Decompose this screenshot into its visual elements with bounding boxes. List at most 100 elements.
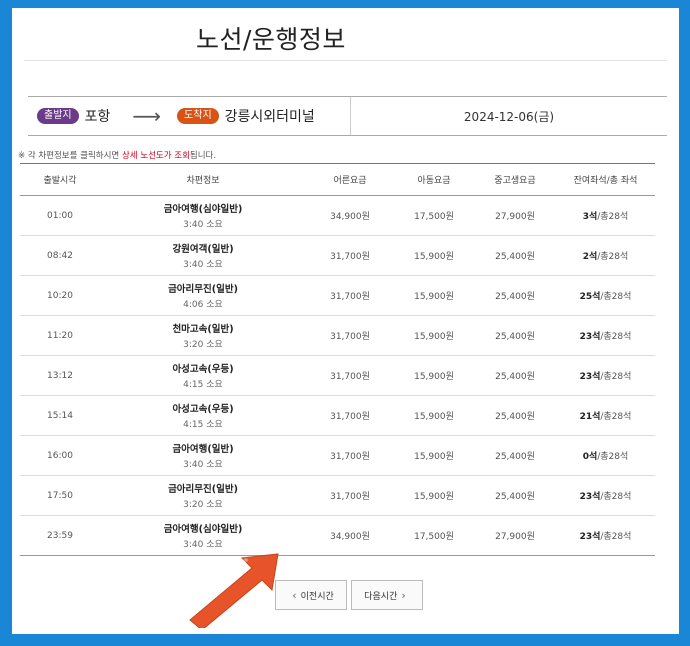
table-row[interactable]: 13:12 아성고속(우등) 4:15 소요 31,700원 15,900원 25,400… [20, 355, 655, 396]
cell-departure-time: 16:00 [20, 435, 100, 476]
cell-bus-info[interactable]: 금아리무진(일반) 3:20 소요 [100, 475, 306, 516]
cell-adult-fare: 31,700원 [306, 355, 394, 396]
bus-company-name[interactable]: 강원여객(일반) [100, 241, 306, 255]
header-bus-info: 차편정보 [100, 163, 306, 196]
remaining-seats: 21석 [579, 412, 601, 422]
departure-city: 포항 [84, 109, 111, 125]
cell-child-fare: 17,500원 [394, 195, 474, 236]
cell-seats: 23석/총28석 [556, 315, 655, 356]
total-seats: /총28석 [597, 212, 629, 222]
table-row[interactable]: 15:14 아성고속(우등) 4:15 소요 31,700원 15,900원 25,400… [20, 395, 655, 436]
cell-student-fare: 25,400원 [474, 275, 556, 316]
cell-seats: 23석/총28석 [556, 515, 655, 556]
total-seats: /총28석 [600, 372, 632, 382]
cell-bus-info[interactable]: 아성고속(우등) 4:15 소요 [100, 395, 306, 436]
cell-departure-time: 17:50 [20, 475, 100, 516]
cell-departure-time: 01:00 [20, 195, 100, 236]
table-row[interactable]: 11:20 천마고속(일반) 3:20 소요 31,700원 15,900원 25,400… [20, 315, 655, 356]
cell-child-fare: 17,500원 [394, 515, 474, 556]
total-seats: /총28석 [597, 452, 629, 462]
cell-seats: 21석/총28석 [556, 395, 655, 436]
title-divider [24, 60, 667, 61]
trip-duration: 4:15 소요 [183, 420, 223, 430]
travel-date: 2024-12-06(금) [463, 109, 555, 124]
cell-bus-info[interactable]: 금아리무진(일반) 4:06 소요 [100, 275, 306, 316]
header-departure-time: 출발시각 [20, 163, 100, 196]
trip-duration: 3:40 소요 [183, 260, 223, 270]
route-endpoints: 출발지 포항 ⟶ 도착지 강릉시외터미널 [28, 97, 351, 135]
cell-child-fare: 15,900원 [394, 315, 474, 356]
cell-student-fare: 25,400원 [474, 315, 556, 356]
cell-child-fare: 15,900원 [394, 235, 474, 276]
total-seats: /총28석 [597, 252, 629, 262]
bus-company-name[interactable]: 아성고속(우등) [100, 401, 306, 415]
total-seats: /총28석 [600, 332, 632, 342]
trip-duration: 3:40 소요 [183, 220, 223, 230]
cell-student-fare: 27,900원 [474, 195, 556, 236]
total-seats: /총28석 [600, 412, 632, 422]
arrival-city: 강릉시외터미널 [224, 109, 315, 125]
next-time-button[interactable]: 다음시간 › [351, 580, 423, 610]
header-seats: 잔여좌석/총 좌석 [556, 163, 655, 196]
bus-company-name[interactable]: 천마고속(일반) [100, 321, 306, 335]
cell-bus-info[interactable]: 아성고속(우등) 4:15 소요 [100, 355, 306, 396]
chevron-right-icon: › [401, 588, 406, 602]
remaining-seats: 3석 [582, 212, 598, 222]
schedule-table: 출발시각 차편정보 어른요금 아동요금 중고생요금 잔여좌석/총 좌석 01:0… [20, 163, 655, 556]
table-row[interactable]: 17:50 금아리무진(일반) 3:20 소요 31,700원 15,900원 25,40… [20, 475, 655, 516]
bus-company-name[interactable]: 아성고속(우등) [100, 361, 306, 375]
bus-company-name[interactable]: 금아여행(일반) [100, 441, 306, 455]
table-row[interactable]: 10:20 금아리무진(일반) 4:06 소요 31,700원 15,900원 25,40… [20, 275, 655, 316]
remaining-seats: 0석 [582, 452, 598, 462]
cell-bus-info[interactable]: 천마고속(일반) 3:20 소요 [100, 315, 306, 356]
cell-child-fare: 15,900원 [394, 355, 474, 396]
trip-duration: 4:06 소요 [183, 300, 223, 310]
cell-child-fare: 15,900원 [394, 395, 474, 436]
cell-seats: 23석/총28석 [556, 475, 655, 516]
cell-adult-fare: 31,700원 [306, 235, 394, 276]
total-seats: /총28석 [600, 292, 632, 302]
table-row[interactable]: 16:00 금아여행(일반) 3:40 소요 31,700원 15,900원 25,400… [20, 435, 655, 476]
remaining-seats: 23석 [579, 492, 601, 502]
cell-adult-fare: 31,700원 [306, 275, 394, 316]
remaining-seats: 23석 [579, 372, 601, 382]
header-student-fare: 중고생요금 [474, 163, 556, 196]
cell-adult-fare: 31,700원 [306, 315, 394, 356]
cell-seats: 25석/총28석 [556, 275, 655, 316]
cell-student-fare: 25,400원 [474, 395, 556, 436]
cell-adult-fare: 31,700원 [306, 475, 394, 516]
cell-bus-info[interactable]: 금아여행(심야일반) 3:40 소요 [100, 195, 306, 236]
remaining-seats: 25석 [579, 292, 601, 302]
cell-seats: 23석/총28석 [556, 355, 655, 396]
cell-bus-info[interactable]: 강원여객(일반) 3:40 소요 [100, 235, 306, 276]
cell-departure-time: 15:14 [20, 395, 100, 436]
bus-company-name[interactable]: 금아여행(심야일반) [100, 201, 306, 215]
trip-duration: 3:20 소요 [183, 340, 223, 350]
cell-seats: 3석/총28석 [556, 195, 655, 236]
arrival-badge: 도착지 [177, 108, 219, 124]
notice-highlight-route: 상세 노선도가 [121, 151, 172, 161]
cell-departure-time: 08:42 [20, 235, 100, 276]
remaining-seats: 23석 [579, 532, 601, 542]
cell-student-fare: 25,400원 [474, 435, 556, 476]
cell-bus-info[interactable]: 금아여행(일반) 3:40 소요 [100, 435, 306, 476]
cell-seats: 2석/총28석 [556, 235, 655, 276]
header-child-fare: 아동요금 [394, 163, 474, 196]
cell-student-fare: 25,400원 [474, 475, 556, 516]
table-row[interactable]: 23:59 금아여행(심야일반) 3:40 소요 34,900원 17,500원 27,9… [20, 515, 655, 556]
bus-company-name[interactable]: 금아리무진(일반) [100, 481, 306, 495]
table-row[interactable]: 08:42 강원여객(일반) 3:40 소요 31,700원 15,900원 25,400… [20, 235, 655, 276]
click-notice: ※ 각 차편정보를 클릭하시면 상세 노선도가 조회됩니다. [18, 151, 217, 161]
table-row[interactable]: 01:00 금아여행(심야일반) 3:40 소요 34,900원 17,500원 27,9… [20, 195, 655, 236]
cell-adult-fare: 31,700원 [306, 395, 394, 436]
cell-adult-fare: 34,900원 [306, 195, 394, 236]
cell-student-fare: 25,400원 [474, 235, 556, 276]
cell-adult-fare: 31,700원 [306, 435, 394, 476]
notice-highlight-query: 조회 [174, 151, 190, 161]
bus-company-name[interactable]: 금아리무진(일반) [100, 281, 306, 295]
header-adult-fare: 어른요금 [306, 163, 394, 196]
remaining-seats: 2석 [582, 252, 598, 262]
cell-child-fare: 15,900원 [394, 275, 474, 316]
cell-adult-fare: 34,900원 [306, 515, 394, 556]
bus-company-name[interactable]: 금아여행(심야일반) [100, 521, 306, 535]
